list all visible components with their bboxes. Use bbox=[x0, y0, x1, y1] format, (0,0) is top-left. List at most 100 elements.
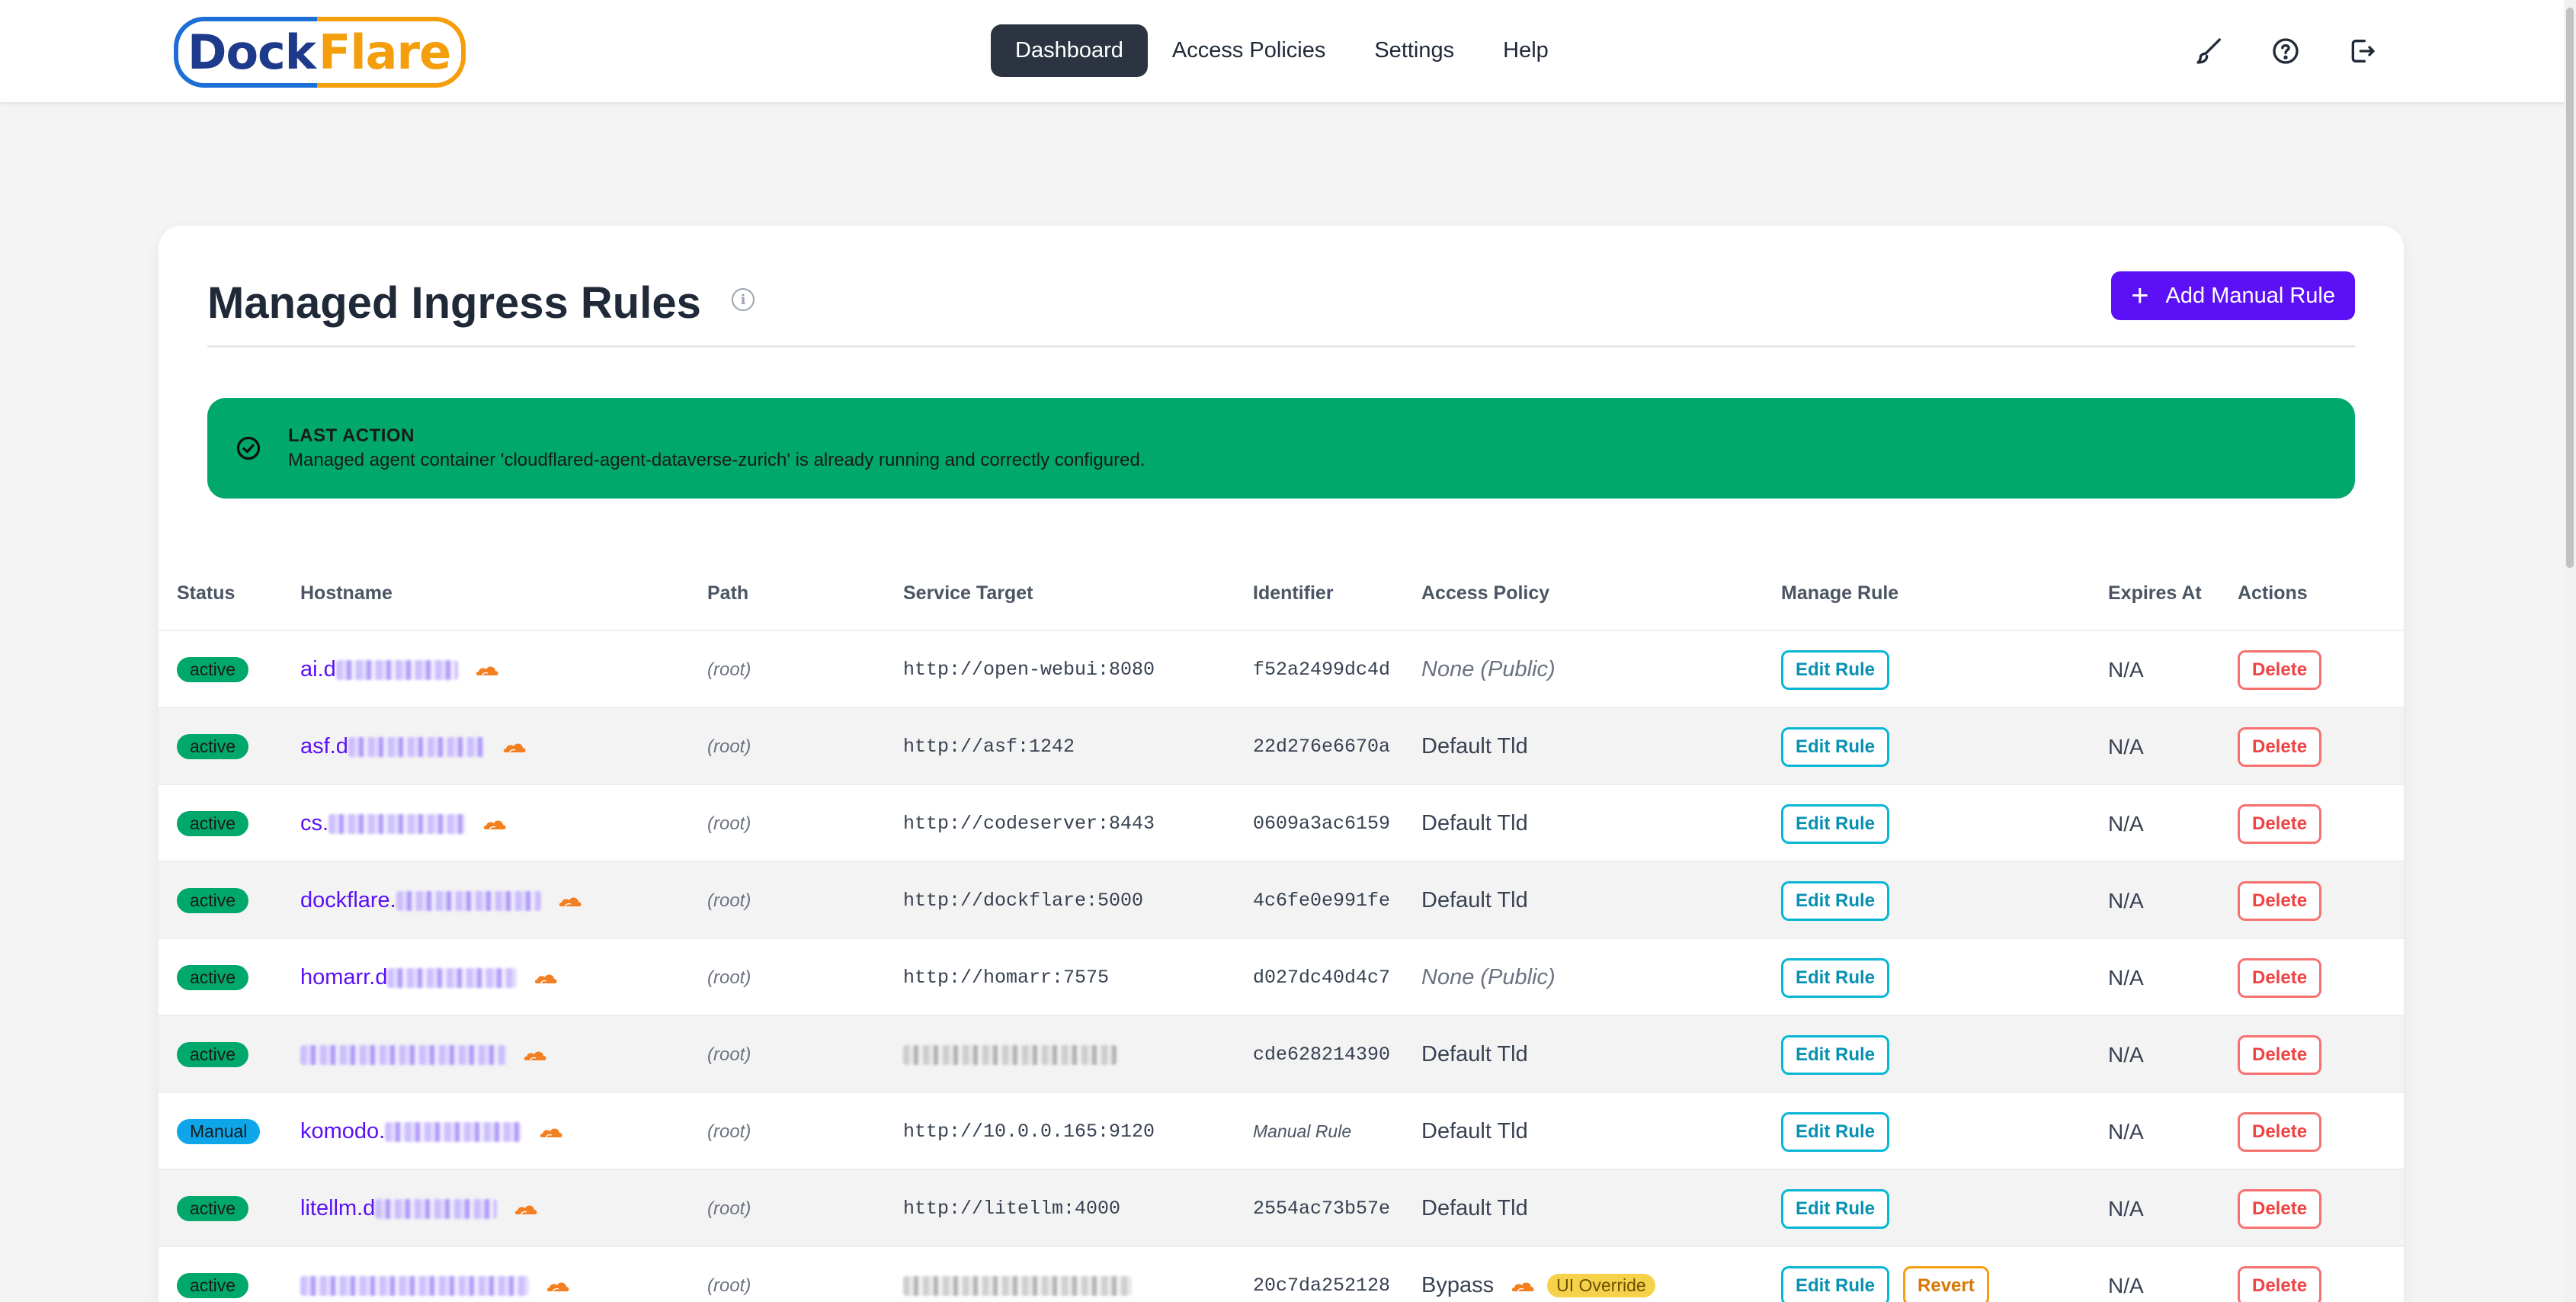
expires-at-text: N/A bbox=[2108, 811, 2144, 835]
identifier-text: d027dc40d4c7 bbox=[1253, 967, 1391, 989]
cloudflare-icon bbox=[559, 896, 582, 906]
table-row: active ai.d (root) http://open-webui:8080 f5… bbox=[159, 631, 2404, 708]
status-badge: active bbox=[177, 811, 249, 836]
nav-settings[interactable]: Settings bbox=[1350, 24, 1479, 77]
hostname-text: ai.d bbox=[300, 657, 336, 681]
delete-button[interactable]: Delete bbox=[2238, 803, 2322, 844]
hostname-link[interactable]: ai.d bbox=[300, 631, 501, 708]
edit-rule-button[interactable]: Edit Rule bbox=[1781, 1188, 1890, 1229]
access-policy-text: None (Public) bbox=[1421, 965, 1556, 989]
logout-icon[interactable] bbox=[2343, 32, 2381, 70]
table-row: active (root) cde628214390 Default Tld Edit … bbox=[159, 1016, 2404, 1093]
hostname-redacted bbox=[396, 890, 541, 911]
info-icon[interactable]: i bbox=[732, 288, 755, 311]
service-target-text: http://asf:1242 bbox=[903, 736, 1075, 758]
revert-button[interactable]: Revert bbox=[1903, 1265, 1989, 1302]
status-badge: active bbox=[177, 1196, 249, 1221]
col-status[interactable]: Status bbox=[177, 582, 235, 604]
delete-button[interactable]: Delete bbox=[2238, 1265, 2322, 1302]
cloudflare-icon bbox=[483, 819, 506, 829]
hostname-text: homarr.d bbox=[300, 965, 388, 989]
edit-rule-button[interactable]: Edit Rule bbox=[1781, 649, 1890, 690]
identifier-text: 4c6fe0e991fe bbox=[1253, 890, 1391, 912]
edit-rule-button[interactable]: Edit Rule bbox=[1781, 1265, 1890, 1302]
delete-button[interactable]: Delete bbox=[2238, 1188, 2322, 1229]
col-identifier[interactable]: Identifier bbox=[1253, 582, 1334, 604]
cloudflare-icon bbox=[515, 1204, 537, 1214]
service-target-text: http://litellm:4000 bbox=[903, 1198, 1121, 1220]
hostname-redacted bbox=[348, 736, 485, 757]
edit-rule-button[interactable]: Edit Rule bbox=[1781, 1034, 1890, 1075]
hostname-text: litellm.d bbox=[300, 1196, 376, 1220]
page-scrollbar[interactable] bbox=[2564, 0, 2576, 1302]
service-target-redacted bbox=[903, 1044, 1117, 1065]
nav-access-policies[interactable]: Access Policies bbox=[1148, 24, 1350, 77]
path-text: (root) bbox=[707, 659, 751, 680]
delete-button[interactable]: Delete bbox=[2238, 1111, 2322, 1152]
table-body: active ai.d (root) http://open-webui:8080 f5… bbox=[159, 631, 2404, 1302]
add-manual-rule-button[interactable]: + Add Manual Rule bbox=[2111, 271, 2355, 320]
access-policy-text: Default Tld bbox=[1421, 1119, 1528, 1143]
service-target-text: http://codeserver:8443 bbox=[903, 813, 1155, 835]
cloudflare-icon bbox=[1511, 1281, 1534, 1291]
cloudflare-icon bbox=[476, 665, 498, 675]
dockflare-logo[interactable]: Dock Flare bbox=[174, 15, 466, 88]
hostname-link[interactable] bbox=[300, 1247, 572, 1302]
identifier-text: 20c7da252128 bbox=[1253, 1275, 1391, 1297]
edit-rule-button[interactable]: Edit Rule bbox=[1781, 880, 1890, 921]
brush-icon[interactable] bbox=[2190, 32, 2228, 70]
delete-button[interactable]: Delete bbox=[2238, 726, 2322, 767]
col-manage-rule[interactable]: Manage Rule bbox=[1781, 582, 1898, 604]
col-path[interactable]: Path bbox=[707, 582, 748, 604]
hostname-link[interactable]: litellm.d bbox=[300, 1170, 540, 1247]
expires-at-text: N/A bbox=[2108, 1196, 2144, 1220]
col-access-policy[interactable]: Access Policy bbox=[1421, 582, 1549, 604]
service-target-text: http://open-webui:8080 bbox=[903, 659, 1155, 681]
plus-icon: + bbox=[2131, 279, 2149, 313]
hostname-link[interactable] bbox=[300, 1016, 549, 1093]
hostname-redacted bbox=[300, 1275, 529, 1296]
expires-at-text: N/A bbox=[2108, 1273, 2144, 1297]
scrollbar-thumb[interactable] bbox=[2566, 8, 2574, 568]
status-badge: active bbox=[177, 734, 249, 759]
col-service-target[interactable]: Service Target bbox=[903, 582, 1033, 604]
edit-rule-button[interactable]: Edit Rule bbox=[1781, 803, 1890, 844]
delete-button[interactable]: Delete bbox=[2238, 1034, 2322, 1075]
status-badge: active bbox=[177, 1042, 249, 1067]
cloudflare-icon bbox=[535, 973, 557, 983]
table-row: active litellm.d (root) http://litellm:4000… bbox=[159, 1170, 2404, 1247]
col-hostname[interactable]: Hostname bbox=[300, 582, 392, 604]
help-circle-icon[interactable] bbox=[2267, 32, 2305, 70]
delete-button[interactable]: Delete bbox=[2238, 880, 2322, 921]
logo-dock-text: Dock bbox=[174, 16, 318, 88]
service-target-text: http://10.0.0.165:9120 bbox=[903, 1121, 1155, 1143]
top-navbar: Dock Flare Dashboard Access Policies Sett… bbox=[0, 0, 2564, 104]
table-row: active asf.d (root) http://asf:1242 22d276e6… bbox=[159, 708, 2404, 785]
nav-help[interactable]: Help bbox=[1479, 24, 1573, 77]
col-expires-at[interactable]: Expires At bbox=[2108, 582, 2202, 604]
table-row: active (root) 20c7da252128 Bypass UI Overrid… bbox=[159, 1247, 2404, 1302]
access-policy-text: Default Tld bbox=[1421, 1042, 1528, 1066]
access-policy-text: Default Tld bbox=[1421, 811, 1528, 835]
hostname-redacted bbox=[385, 1121, 523, 1142]
hostname-text: asf.d bbox=[300, 734, 348, 758]
nav-dashboard[interactable]: Dashboard bbox=[991, 24, 1148, 77]
col-actions[interactable]: Actions bbox=[2238, 582, 2308, 604]
hostname-link[interactable]: cs. bbox=[300, 785, 508, 862]
cloudflare-icon bbox=[540, 1127, 562, 1137]
cloudflare-icon bbox=[524, 1050, 546, 1060]
delete-button[interactable]: Delete bbox=[2238, 649, 2322, 690]
edit-rule-button[interactable]: Edit Rule bbox=[1781, 957, 1890, 998]
hostname-link[interactable]: asf.d bbox=[300, 708, 528, 785]
path-text: (root) bbox=[707, 890, 751, 911]
delete-button[interactable]: Delete bbox=[2238, 957, 2322, 998]
path-text: (root) bbox=[707, 813, 751, 834]
edit-rule-button[interactable]: Edit Rule bbox=[1781, 1111, 1890, 1152]
identifier-text: f52a2499dc4d bbox=[1253, 659, 1391, 681]
logo-flare-text: Flare bbox=[317, 16, 466, 88]
edit-rule-button[interactable]: Edit Rule bbox=[1781, 726, 1890, 767]
hostname-redacted bbox=[387, 967, 517, 988]
hostname-link[interactable]: komodo. bbox=[300, 1093, 565, 1170]
hostname-link[interactable]: homarr.d bbox=[300, 939, 559, 1016]
hostname-link[interactable]: dockflare. bbox=[300, 862, 584, 939]
